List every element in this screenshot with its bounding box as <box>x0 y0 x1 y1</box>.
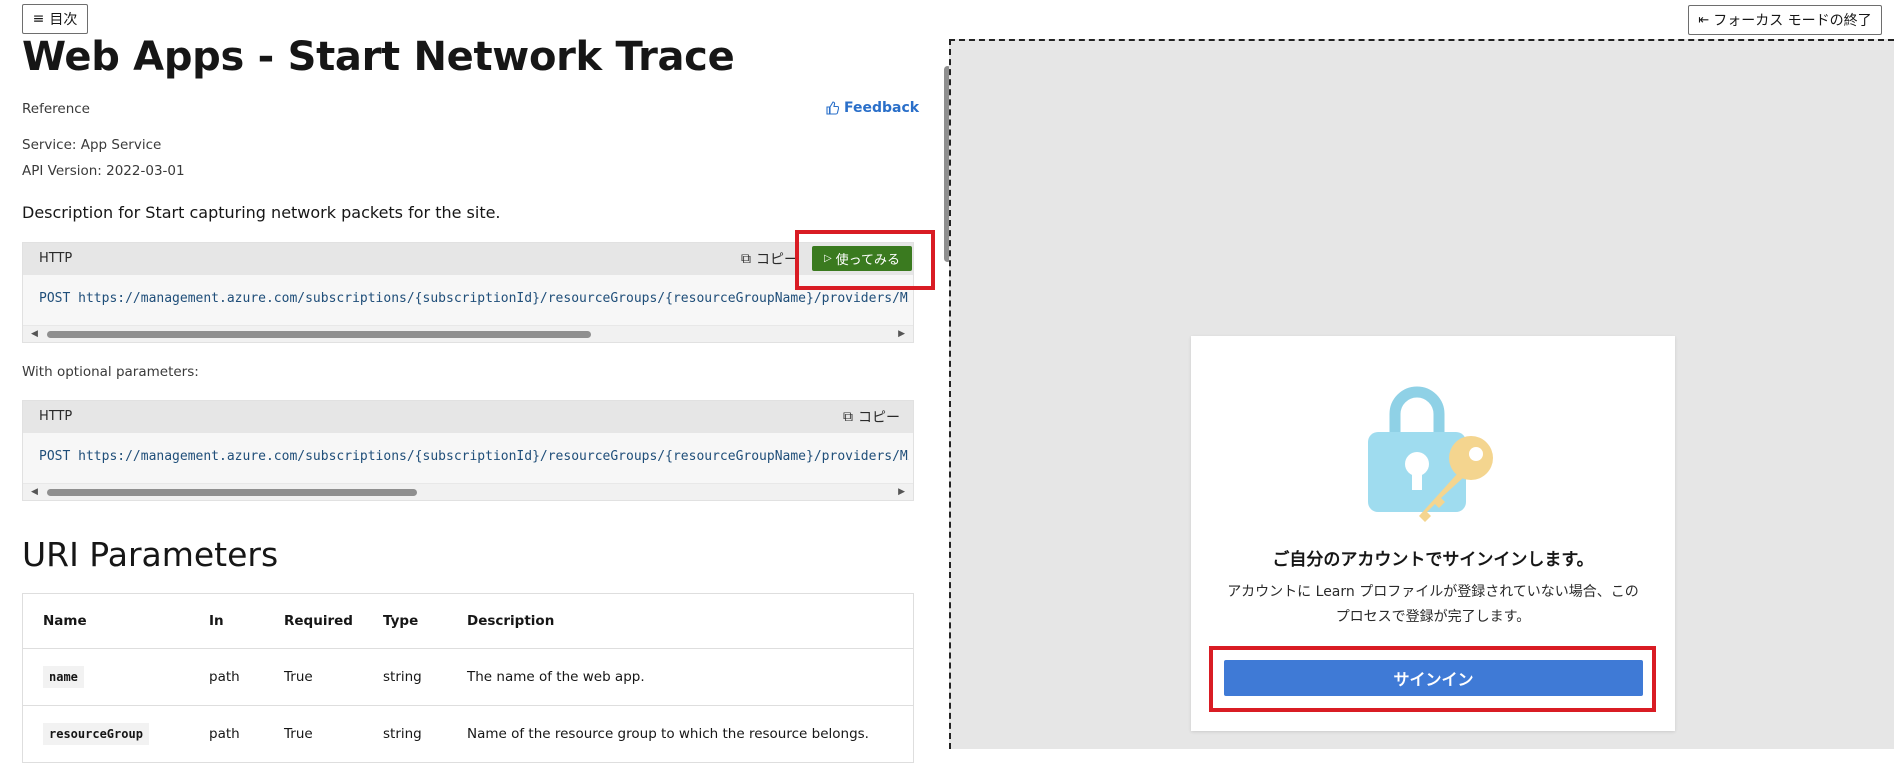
param-description: Name of the resource group to which the … <box>467 705 914 763</box>
description: Description for Start capturing network … <box>22 203 501 222</box>
thumbs-up-icon <box>826 101 839 115</box>
table-row: resourceGroup path True string Name of t… <box>22 705 914 763</box>
code-language: HTTP <box>39 251 73 266</box>
param-in: path <box>209 705 284 763</box>
param-name: name <box>43 666 84 688</box>
copy-icon: ⧉ <box>843 409 853 425</box>
param-type: string <box>383 648 467 706</box>
reference-label: Reference <box>22 101 90 117</box>
copy-button[interactable]: ⧉ コピー <box>843 407 900 427</box>
param-description: The name of the web app. <box>467 648 914 706</box>
param-in: path <box>209 648 284 706</box>
page-title: Web Apps - Start Network Trace <box>22 34 735 80</box>
copy-button[interactable]: ⧉ コピー <box>741 249 798 269</box>
code-header: HTTP ⧉ コピー <box>23 401 913 433</box>
column-header: Name <box>22 593 209 649</box>
column-header: In <box>209 593 284 649</box>
table-row: name path True string The name of the we… <box>22 648 914 706</box>
code-block-request: HTTP ⧉ コピー POST https://management.azure… <box>22 242 914 343</box>
param-required: True <box>284 648 383 706</box>
horizontal-scrollbar[interactable]: ◀ ▶ <box>23 325 913 342</box>
toc-label: 目次 <box>49 12 78 28</box>
scrollbar-thumb[interactable] <box>47 331 591 338</box>
copy-label: コピー <box>858 410 900 426</box>
column-header: Description <box>467 593 914 649</box>
param-name: resourceGroup <box>43 723 149 745</box>
lock-key-illustration-icon <box>1368 386 1493 522</box>
code-header: HTTP ⧉ コピー <box>23 243 913 275</box>
exit-focus-label: フォーカス モードの終了 <box>1713 13 1872 29</box>
feedback-label: Feedback <box>844 100 920 116</box>
feedback-link[interactable]: Feedback <box>826 100 919 116</box>
code-language: HTTP <box>39 409 73 424</box>
highlight-box-signin <box>1209 646 1656 712</box>
column-header: Type <box>383 593 467 649</box>
menu-icon: ≡ <box>32 11 45 27</box>
service-info: Service: App Service <box>22 137 162 153</box>
scroll-left-arrow-icon[interactable]: ◀ <box>31 329 38 339</box>
api-version-info: API Version: 2022-03-01 <box>22 163 185 179</box>
exit-focus-icon: ⇤ <box>1698 12 1710 28</box>
code-line: POST https://management.azure.com/subscr… <box>39 291 909 306</box>
scroll-right-arrow-icon[interactable]: ▶ <box>898 487 905 497</box>
copy-label: コピー <box>756 252 798 268</box>
highlight-box-try-it <box>795 230 935 290</box>
scrollbar-thumb[interactable] <box>47 489 417 496</box>
signin-title: ご自分のアカウントでサインインします。 <box>1272 550 1594 570</box>
scroll-left-arrow-icon[interactable]: ◀ <box>31 487 38 497</box>
toc-button[interactable]: ≡ 目次 <box>22 4 88 34</box>
optional-params-label: With optional parameters: <box>22 364 199 380</box>
column-header: Required <box>284 593 383 649</box>
copy-icon: ⧉ <box>741 251 751 267</box>
signin-text: アカウントに Learn プロファイルが登録されていない場合、このプロセスで登録… <box>1227 584 1639 625</box>
exit-focus-mode-button[interactable]: ⇤ フォーカス モードの終了 <box>1688 5 1882 35</box>
section-heading-uri-parameters: URI Parameters <box>22 535 279 574</box>
uri-parameters-table: Name In Required Type Description name p… <box>22 593 914 763</box>
code-line: POST https://management.azure.com/subscr… <box>39 449 909 464</box>
code-block-request-optional: HTTP ⧉ コピー POST https://management.azure… <box>22 400 914 501</box>
scroll-right-arrow-icon[interactable]: ▶ <box>898 329 905 339</box>
param-required: True <box>284 705 383 763</box>
horizontal-scrollbar[interactable]: ◀ ▶ <box>23 483 913 500</box>
param-type: string <box>383 705 467 763</box>
table-header-row: Name In Required Type Description <box>22 593 914 649</box>
